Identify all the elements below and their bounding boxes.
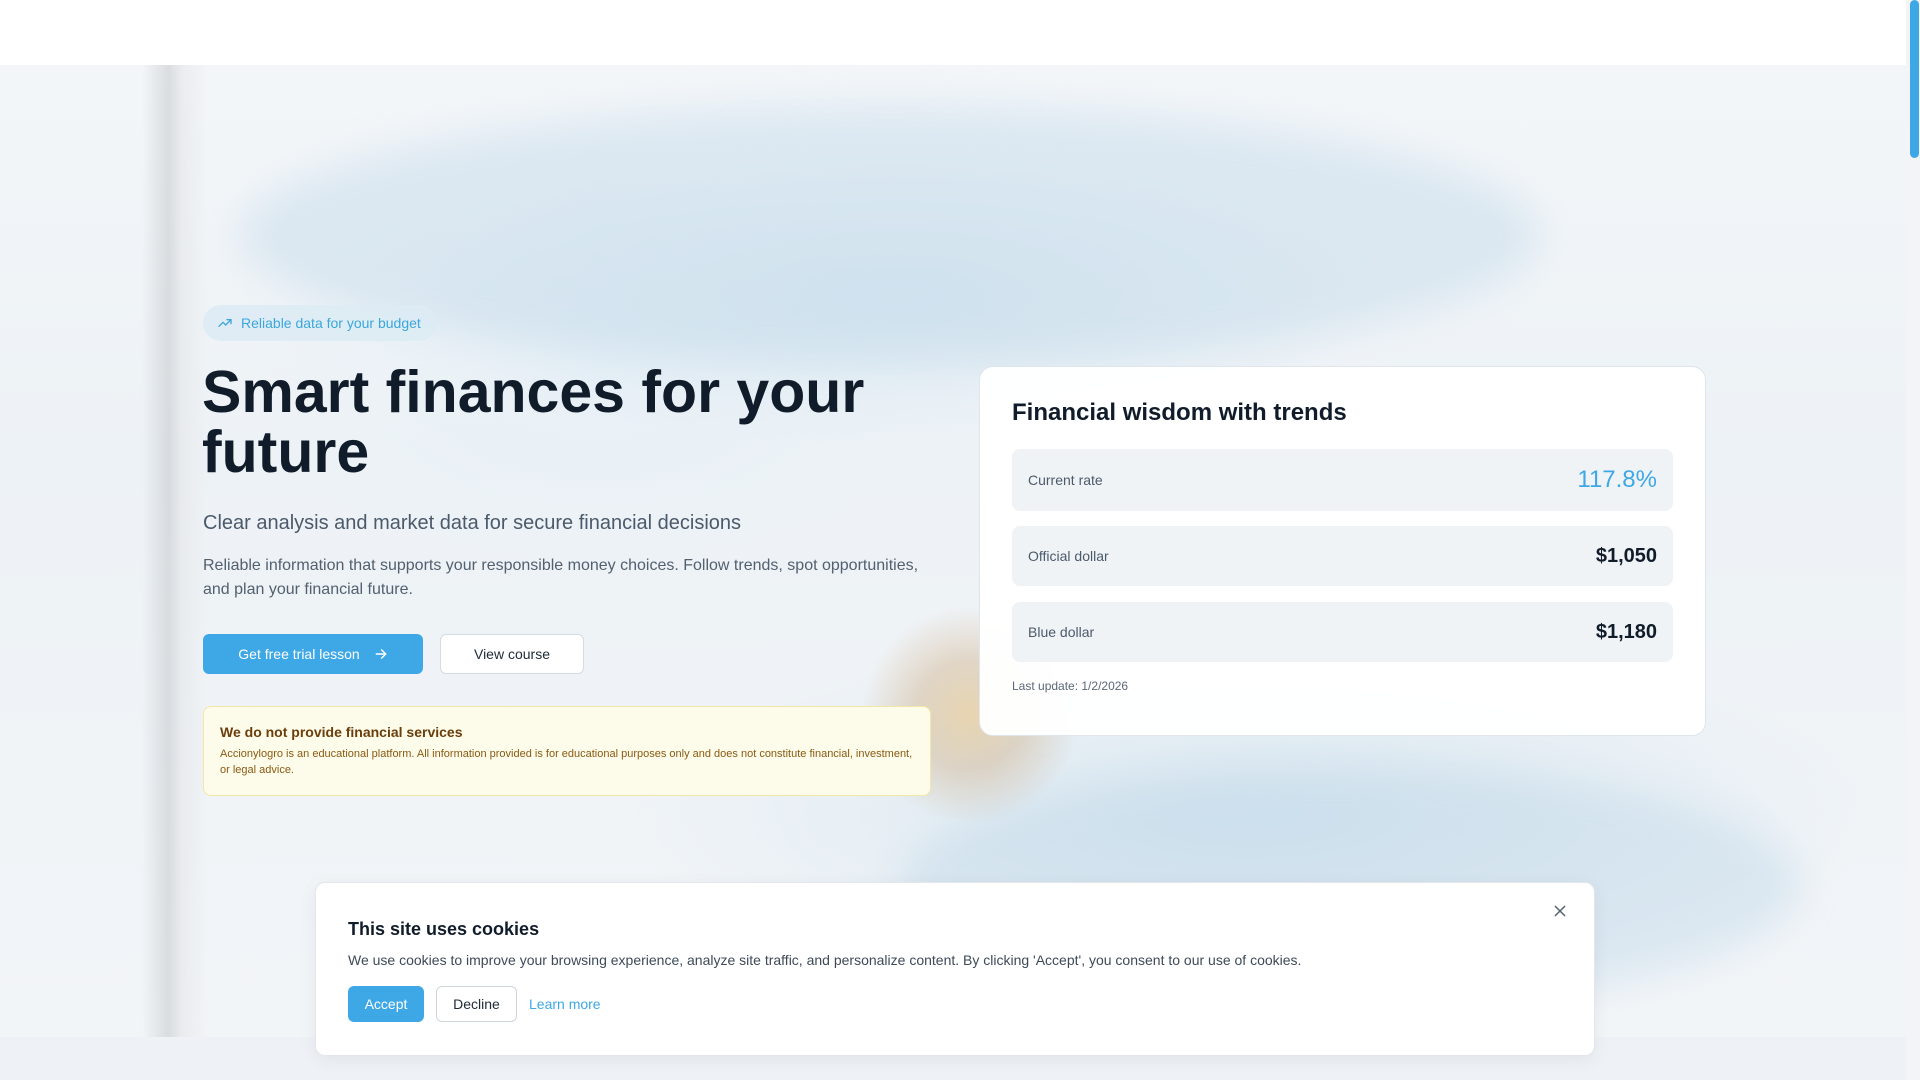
rate-row-current-rate: Current rate 117.8% bbox=[1012, 449, 1673, 511]
rate-row-official-dollar: Official dollar $1,050 bbox=[1012, 526, 1673, 586]
hero-headline: Smart finances for your future bbox=[202, 359, 865, 485]
rate-row-blue-dollar: Blue dollar $1,180 bbox=[1012, 602, 1673, 662]
financial-services-notice: We do not provide financial services Acc… bbox=[203, 706, 931, 796]
rate-label: Official dollar bbox=[1028, 548, 1109, 564]
top-navigation-bar bbox=[0, 0, 1906, 65]
financial-rates-card: Financial wisdom with trends Current rat… bbox=[979, 366, 1706, 736]
rates-card-title: Financial wisdom with trends bbox=[1012, 399, 1347, 426]
notice-title: We do not provide financial services bbox=[220, 724, 463, 740]
learn-more-link[interactable]: Learn more bbox=[529, 996, 601, 1012]
rate-value: $1,180 bbox=[1595, 620, 1657, 643]
arrow-right-icon bbox=[375, 649, 387, 659]
flag-pole-image bbox=[142, 65, 208, 1037]
get-free-trial-lesson-button[interactable]: Get free trial lesson bbox=[203, 634, 423, 674]
page-scrollbar-thumb[interactable] bbox=[1910, 0, 1919, 158]
cookie-consent-banner: This site uses cookies We use cookies to… bbox=[315, 882, 1595, 1056]
last-update-text: Last update: 1/2/2026 bbox=[1012, 679, 1129, 693]
rate-label: Blue dollar bbox=[1028, 624, 1095, 640]
trending-up-icon bbox=[218, 319, 232, 327]
hero-subheadline: Clear analysis and market data for secur… bbox=[203, 512, 742, 534]
hero-description: Reliable information that supports your … bbox=[203, 557, 919, 598]
view-course-button[interactable]: View course bbox=[440, 634, 584, 674]
close-icon bbox=[1554, 905, 1566, 917]
cookie-text: We use cookies to improve your browsing … bbox=[348, 952, 1302, 968]
decline-cookies-button[interactable]: Decline bbox=[436, 986, 517, 1022]
rate-value: $1,050 bbox=[1595, 544, 1657, 567]
rate-label: Current rate bbox=[1028, 472, 1103, 488]
cookie-title: This site uses cookies bbox=[348, 919, 540, 939]
rate-value: 117.8% bbox=[1577, 466, 1657, 493]
close-cookie-banner-button[interactable] bbox=[1546, 897, 1574, 925]
badge-label: Reliable data for your budget bbox=[241, 315, 421, 331]
accept-cookies-button[interactable]: Accept bbox=[348, 986, 424, 1022]
page-scrollbar-track[interactable] bbox=[1906, 0, 1920, 1080]
primary-button-label: Get free trial lesson bbox=[238, 646, 360, 662]
cookie-actions: Accept Decline Learn more bbox=[348, 986, 1562, 1022]
notice-text: Accionylogro is an educational platform.… bbox=[220, 748, 913, 776]
reliable-data-badge: Reliable data for your budget bbox=[203, 305, 437, 341]
